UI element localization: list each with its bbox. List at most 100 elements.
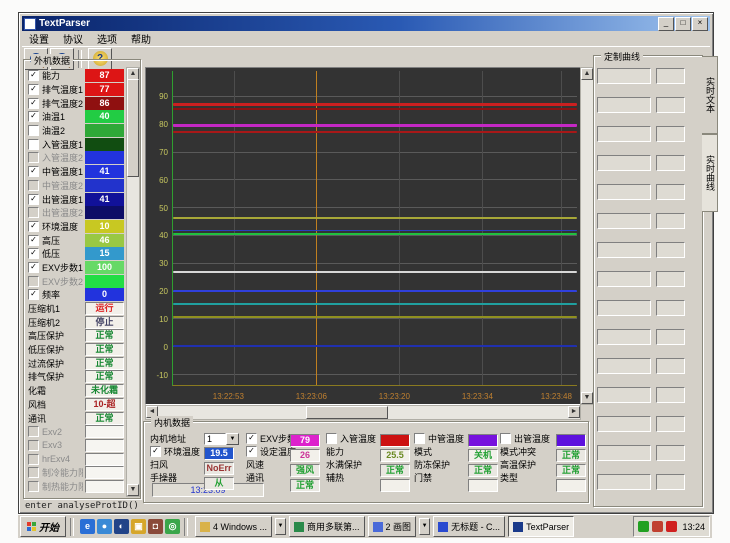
curve-name-field[interactable] [597,126,651,142]
curve-name-field[interactable] [597,300,651,316]
curve-name-field[interactable] [597,416,651,432]
checkbox[interactable] [28,139,39,150]
browser-globe-icon[interactable]: ● [97,519,112,534]
curve-value-field[interactable] [656,416,685,432]
outdoor-scrollbar[interactable]: ▲ ▼ [126,67,140,497]
curve-value-field[interactable] [656,300,685,316]
scroll-down-icon[interactable]: ▼ [127,484,139,496]
menu-item-3[interactable]: 帮助 [124,31,158,46]
curve-name-field[interactable] [597,184,651,200]
checkbox[interactable] [414,433,425,444]
checkbox[interactable] [500,433,511,444]
value-badge: 运行 [85,302,124,315]
checkbox[interactable]: ✓ [28,289,39,300]
title-bar[interactable]: TextParser _ □ × [22,16,710,31]
curve-name-field[interactable] [597,329,651,345]
taskbar-button[interactable]: 4 Windows ... [195,516,272,537]
curve-value-field[interactable] [656,445,685,461]
taskbar-button[interactable]: 无标题 - C... [433,516,505,537]
curve-name-field[interactable] [597,213,651,229]
checkbox[interactable]: ✓ [28,84,39,95]
chevron-down-icon[interactable]: ▼ [419,518,430,535]
checkbox[interactable]: ✓ [28,221,39,232]
custom-curve-row [597,68,699,83]
taskbar-button[interactable]: TextParser [508,516,574,537]
curve-name-field[interactable] [597,387,651,403]
checkbox[interactable]: ✓ [28,111,39,122]
taskbar-button[interactable]: 2 画图 [368,516,417,537]
checkbox[interactable]: ✓ [28,98,39,109]
checkbox[interactable]: ✓ [28,70,39,81]
y-tick-label: 90 [146,92,168,101]
curve-name-field[interactable] [597,445,651,461]
restore-button[interactable]: □ [675,17,691,31]
chart-horizontal-scrollbar[interactable]: ◄ ► [145,405,581,420]
curve-value-field[interactable] [656,68,685,84]
value-badge [85,179,124,192]
side-tab-2[interactable]: 实时曲线 [702,134,718,212]
indoor-label-text: 水满保护 [326,458,362,471]
scroll-down-icon[interactable]: ▼ [581,392,593,404]
tray-green-icon[interactable] [638,521,649,532]
taskbar-clock[interactable]: 13:24 [682,522,705,532]
y-tick-label: 70 [146,148,168,157]
curve-name-field[interactable] [597,242,651,258]
chart-vertical-scrollbar[interactable]: ▲ ▼ [580,67,594,405]
curve-name-field[interactable] [597,68,651,84]
curve-value-field[interactable] [656,242,685,258]
scrollbar-thumb[interactable] [127,79,139,177]
indoor-value-badge [468,479,498,492]
start-button[interactable]: 开始 [20,516,66,537]
x-tick-label: 13:23:34 [462,392,493,401]
menu-item-0[interactable]: 设置 [22,31,56,46]
curve-name-field[interactable] [597,271,651,287]
curve-value-field[interactable] [656,474,685,490]
curve-name-field[interactable] [597,155,651,171]
outdoor-item-label: 制冷能力限制 [42,466,83,479]
curve-name-field[interactable] [597,358,651,374]
lock-icon[interactable]: ◘ [148,519,163,534]
ie-icon[interactable]: e [80,519,95,534]
chevron-down-icon[interactable]: ▼ [226,433,239,445]
checkbox[interactable]: ✓ [28,194,39,205]
curve-value-field[interactable] [656,184,685,200]
checkbox[interactable] [28,125,39,136]
minimize-button[interactable]: _ [658,17,674,31]
checkbox[interactable] [326,433,337,444]
curve-name-field[interactable] [597,97,651,113]
chart-cursor-line[interactable] [316,71,317,385]
curve-name-field[interactable] [597,474,651,490]
firefox-icon[interactable]: ◐ [114,519,129,534]
scroll-right-icon[interactable]: ► [568,406,580,418]
curve-value-field[interactable] [656,271,685,287]
curve-value-field[interactable] [656,97,685,113]
checkbox[interactable]: ✓ [28,262,39,273]
tray-red-green-icon[interactable] [652,521,663,532]
messenger-icon[interactable]: ▣ [131,519,146,534]
address-dropdown[interactable]: 1▼ [204,433,239,445]
taskbar-button[interactable]: 商用多联第... [289,516,365,537]
menu-item-1[interactable]: 协议 [56,31,90,46]
menu-item-2[interactable]: 选项 [90,31,124,46]
checkbox[interactable]: ✓ [28,248,39,259]
indoor-value-badge [380,434,410,447]
checkbox[interactable]: ✓ [150,446,161,457]
media-icon[interactable]: ◎ [165,519,180,534]
close-button[interactable]: × [692,17,708,31]
curve-value-field[interactable] [656,126,685,142]
checkbox[interactable]: ✓ [28,166,39,177]
checkbox[interactable]: ✓ [246,433,257,444]
indoor-value-badge: 19.5 [204,447,234,460]
tray-lightning-icon[interactable] [666,521,677,532]
curve-value-field[interactable] [656,155,685,171]
curve-value-field[interactable] [656,387,685,403]
checkbox[interactable]: ✓ [246,446,257,457]
curve-value-field[interactable] [656,329,685,345]
scroll-up-icon[interactable]: ▲ [581,68,593,80]
chevron-down-icon[interactable]: ▼ [275,518,286,535]
scrollbar-thumb[interactable] [306,406,388,419]
checkbox[interactable]: ✓ [28,235,39,246]
curve-value-field[interactable] [656,213,685,229]
side-tab-1[interactable]: 实时文本 [702,56,718,134]
curve-value-field[interactable] [656,358,685,374]
